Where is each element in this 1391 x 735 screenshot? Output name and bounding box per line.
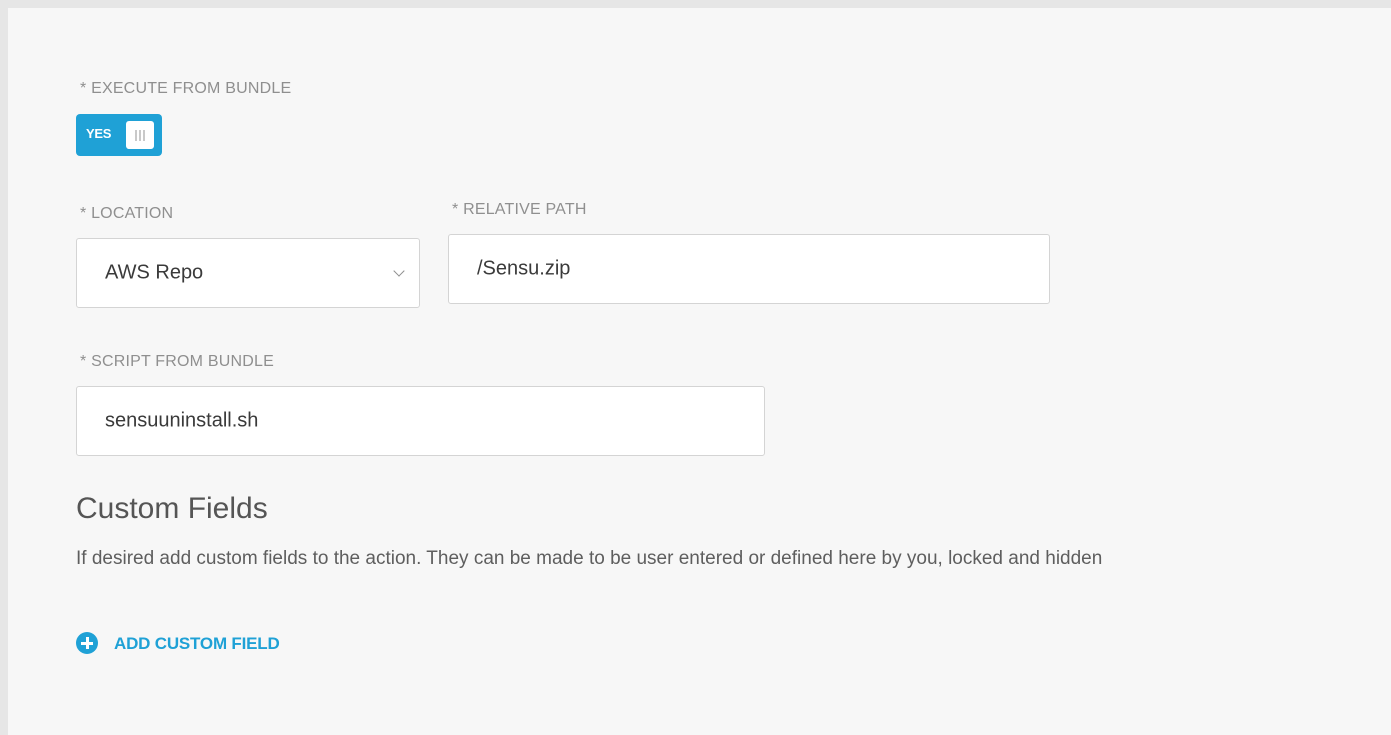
custom-fields-title: Custom Fields	[76, 492, 268, 525]
execute-from-bundle-toggle[interactable]: YES	[76, 114, 162, 156]
grip-line	[135, 130, 137, 141]
location-selected-value: AWS Repo	[105, 261, 204, 284]
add-custom-field-label: ADD CUSTOM FIELD	[114, 634, 280, 653]
grip-line	[143, 130, 145, 141]
relative-path-label: * RELATIVE PATH	[452, 201, 587, 218]
plus-circle-icon	[76, 632, 98, 654]
execute-from-bundle-label: * EXECUTE FROM BUNDLE	[80, 80, 292, 97]
relative-path-value: /Sensu.zip	[477, 257, 571, 280]
custom-fields-description: If desired add custom fields to the acti…	[76, 548, 1103, 569]
relative-path-input[interactable]: /Sensu.zip	[448, 234, 1050, 304]
grip-line	[139, 130, 141, 141]
form-panel: * EXECUTE FROM BUNDLE YES * LOCATION AWS…	[8, 8, 1391, 735]
location-select[interactable]: AWS Repo	[76, 238, 420, 308]
script-from-bundle-value: sensuuninstall.sh	[105, 409, 259, 432]
location-label: * LOCATION	[80, 205, 174, 222]
script-from-bundle-label: * SCRIPT FROM BUNDLE	[80, 353, 274, 370]
script-from-bundle-input[interactable]: sensuuninstall.sh	[76, 386, 765, 456]
chevron-down-icon	[393, 265, 405, 277]
toggle-state-text: YES	[86, 126, 112, 141]
toggle-knob[interactable]	[126, 121, 154, 149]
